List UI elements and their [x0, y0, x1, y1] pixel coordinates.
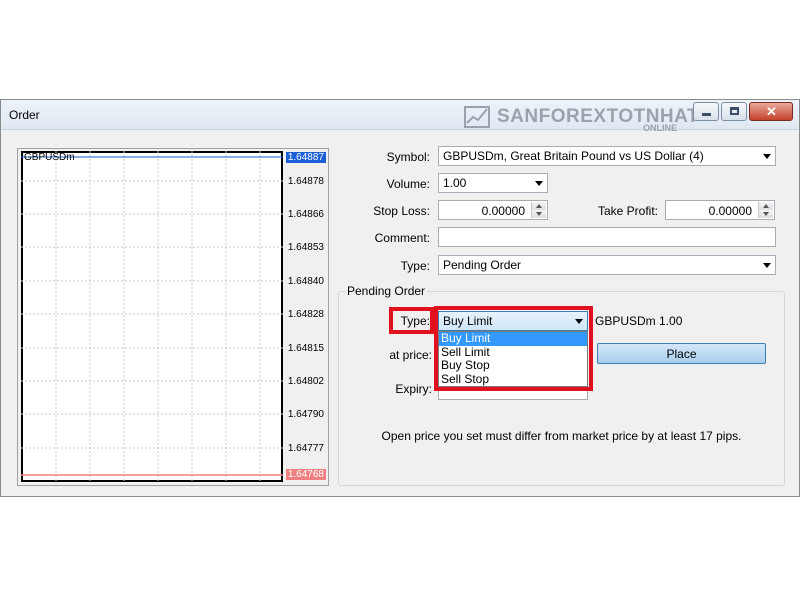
volume-label: Volume: — [386, 177, 430, 191]
watermark-sub: ONLINE — [643, 123, 678, 133]
chart-grid — [21, 151, 283, 482]
stop-loss-value: 0.00000 — [481, 204, 525, 218]
maximize-button[interactable] — [721, 102, 747, 121]
expiry-label: Expiry: — [395, 382, 432, 396]
price-tick: 1.64887 — [285, 152, 326, 163]
price-tick: 1.64790 — [287, 409, 324, 420]
symbol-label: Symbol: — [386, 150, 430, 164]
type-label-highlight — [389, 307, 434, 334]
price-tick: 1.64768 — [285, 469, 326, 480]
maximize-icon — [730, 107, 739, 115]
place-button[interactable]: Place — [597, 343, 766, 364]
price-tick: 1.64802 — [287, 376, 324, 387]
title-bar[interactable]: Order SANFOREXTOTNHAT ONLINE ✕ — [1, 100, 799, 133]
take-profit-label: Take Profit: — [597, 204, 658, 218]
price-axis: 1.64887 1.64878 1.64866 1.64853 1.64840 … — [284, 151, 328, 482]
spin-up-icon[interactable] — [759, 202, 773, 210]
watermark-icon — [464, 106, 490, 128]
order-type-label: Type: — [400, 259, 430, 273]
symbol-select[interactable]: GBPUSDm, Great Britain Pound vs US Dolla… — [438, 146, 776, 166]
price-tick: 1.64878 — [287, 176, 324, 187]
take-profit-value: 0.00000 — [708, 204, 752, 218]
stop-loss-input[interactable]: 0.00000 — [438, 200, 548, 220]
price-tick: 1.64777 — [287, 443, 324, 454]
price-tick: 1.64866 — [287, 209, 324, 220]
comment-label: Comment: — [374, 231, 430, 245]
order-type-value: Pending Order — [443, 258, 522, 272]
chevron-down-icon — [763, 154, 771, 159]
volume-combobox[interactable]: 1.00 — [438, 173, 548, 193]
chevron-down-icon — [763, 263, 771, 268]
pending-order-title: Pending Order — [345, 284, 428, 298]
watermark-logo: SANFOREXTOTNHAT ONLINE — [463, 103, 699, 133]
pending-summary: GBPUSDm 1.00 — [595, 314, 683, 328]
window-title: Order — [9, 108, 40, 122]
dropdown-highlight — [434, 306, 593, 391]
minimize-icon — [702, 113, 711, 116]
price-tick: 1.64815 — [287, 343, 324, 354]
stop-loss-label: Stop Loss: — [373, 204, 430, 218]
pending-info-text: Open price you set must differ from mark… — [381, 429, 742, 443]
spin-down-icon[interactable] — [759, 210, 773, 218]
chevron-down-icon — [535, 181, 543, 186]
price-tick: 1.64840 — [287, 276, 324, 287]
close-icon: ✕ — [766, 104, 777, 119]
window-controls: ✕ — [691, 102, 793, 122]
spin-down-icon[interactable] — [532, 210, 546, 218]
stop-loss-spinner[interactable] — [531, 202, 546, 218]
at-price-label: at price: — [389, 348, 432, 362]
take-profit-spinner[interactable] — [758, 202, 773, 218]
chart-symbol-label: GBPUSDm — [24, 152, 75, 163]
take-profit-input[interactable]: 0.00000 — [665, 200, 775, 220]
comment-input[interactable] — [438, 227, 776, 247]
volume-value: 1.00 — [443, 176, 467, 190]
symbol-value: GBPUSDm, Great Britain Pound vs US Dolla… — [443, 149, 704, 163]
minimize-button[interactable] — [693, 102, 719, 121]
order-type-select[interactable]: Pending Order — [438, 255, 776, 275]
price-tick: 1.64853 — [287, 242, 324, 253]
spin-up-icon[interactable] — [532, 202, 546, 210]
close-button[interactable]: ✕ — [749, 102, 793, 121]
price-tick: 1.64828 — [287, 309, 324, 320]
